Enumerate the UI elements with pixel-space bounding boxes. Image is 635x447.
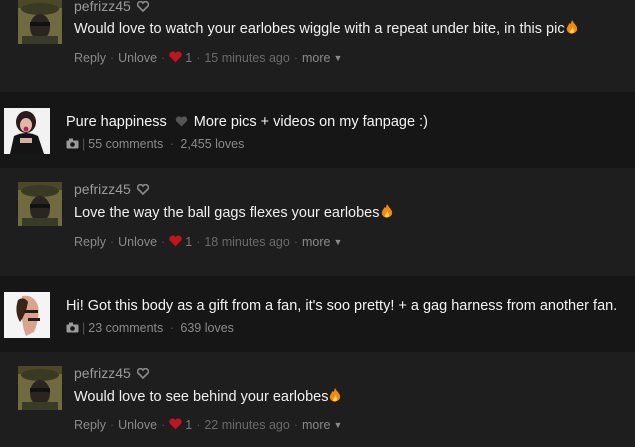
timestamp: 18 minutes ago <box>204 235 290 249</box>
avatar[interactable] <box>18 366 62 410</box>
heart-icon[interactable] <box>169 418 182 432</box>
username[interactable]: pefrizz45 <box>74 365 150 382</box>
post-item: Pure happiness More pics + videos on my f… <box>0 92 635 168</box>
love-count: 1 <box>185 51 193 65</box>
username[interactable]: pefrizz45 <box>74 0 150 15</box>
reply-link[interactable]: Reply <box>74 51 106 65</box>
username[interactable]: pefrizz45 <box>74 181 150 198</box>
heart-icon[interactable] <box>169 235 182 249</box>
fire-emoji-icon <box>566 20 578 39</box>
timestamp: 15 minutes ago <box>204 51 290 65</box>
love-count: 2,455 loves <box>180 137 245 151</box>
heart-badge-icon <box>136 182 150 198</box>
comment-item: pefrizz45 Would love to watch your earlo… <box>0 0 635 86</box>
post-meta: | 23 comments · 639 loves <box>66 321 234 336</box>
avatar[interactable] <box>18 182 62 226</box>
post-meta: | 55 comments · 2,455 loves <box>66 137 244 152</box>
more-menu[interactable]: more ▼ <box>302 418 342 432</box>
comment-count[interactable]: 55 comments <box>88 137 163 151</box>
comment-item: pefrizz45 Would love to see behind your … <box>0 358 635 447</box>
reply-link[interactable]: Reply <box>74 235 106 249</box>
post-item: Hi! Got this body as a gift from a fan, … <box>0 276 635 352</box>
comment-text: Would love to see behind your earlobes <box>74 388 341 407</box>
comment-actions: Reply · Unlove · 1 · 22 minutes ago · more ▼ <box>74 418 343 432</box>
more-menu[interactable]: more ▼ <box>302 51 342 65</box>
comment-text: Would love to watch your earlobes wiggle… <box>74 20 578 39</box>
comment-actions: Reply · Unlove · 1 · 18 minutes ago · more ▼ <box>74 235 343 249</box>
unlove-link[interactable]: Unlove <box>118 418 157 432</box>
avatar[interactable] <box>18 0 62 44</box>
love-count: 639 loves <box>180 321 234 335</box>
chevron-down-icon: ▼ <box>333 420 343 430</box>
comment-text: Love the way the ball gags flexes your e… <box>74 204 393 223</box>
fire-emoji-icon <box>329 388 341 407</box>
heart-icon <box>175 115 188 131</box>
comment-item: pefrizz45 Love the way the ball gags fle… <box>0 174 635 270</box>
unlove-link[interactable]: Unlove <box>118 51 157 65</box>
timestamp: 22 minutes ago <box>204 418 290 432</box>
chevron-down-icon: ▼ <box>333 53 343 63</box>
more-menu[interactable]: more ▼ <box>302 235 342 249</box>
camera-icon <box>66 322 79 336</box>
camera-icon <box>66 138 79 152</box>
comment-count[interactable]: 23 comments <box>88 321 163 335</box>
post-caption[interactable]: Pure happiness More pics + videos on my f… <box>66 114 428 131</box>
heart-icon[interactable] <box>169 51 182 65</box>
heart-badge-icon <box>136 366 150 382</box>
post-thumbnail[interactable] <box>4 108 50 154</box>
love-count: 1 <box>185 418 193 432</box>
unlove-link[interactable]: Unlove <box>118 235 157 249</box>
chevron-down-icon: ▼ <box>333 237 343 247</box>
comment-actions: Reply · Unlove · 1 · 15 minutes ago · more ▼ <box>74 51 343 65</box>
love-count: 1 <box>185 235 193 249</box>
post-thumbnail[interactable] <box>4 292 50 338</box>
reply-link[interactable]: Reply <box>74 418 106 432</box>
fire-emoji-icon <box>381 204 393 223</box>
post-caption[interactable]: Hi! Got this body as a gift from a fan, … <box>66 298 617 314</box>
activity-feed: pefrizz45 Would love to watch your earlo… <box>0 0 635 447</box>
heart-badge-icon <box>136 0 150 15</box>
